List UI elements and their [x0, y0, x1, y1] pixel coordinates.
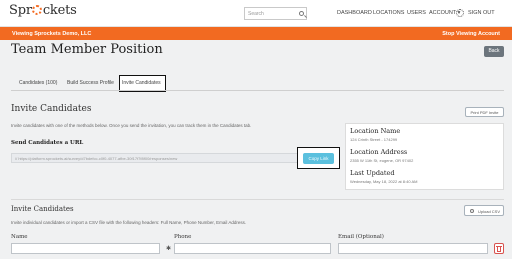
- invite-section-title: Invite Candidates: [11, 104, 92, 114]
- last-updated-value: Wednesday, May 18, 2022 at 8:40 AM: [350, 179, 418, 184]
- tab-candidates[interactable]: Candidates (100): [19, 80, 57, 86]
- location-address-value: 2355 W 11th St, eugene, OR 97402: [350, 158, 414, 163]
- logo-text-end: ckets: [42, 3, 77, 18]
- section-divider: [11, 199, 504, 200]
- required-marker: ✱: [166, 246, 172, 252]
- search-placeholder: Search: [248, 11, 264, 17]
- send-url-label: Send Candidates a URL: [11, 140, 84, 146]
- upload-icon: [470, 209, 474, 213]
- nav-sign-out[interactable]: SIGN OUT: [468, 10, 495, 16]
- location-info-panel: Location Name 124 Crinth Street - 174299…: [345, 123, 504, 190]
- nav-dashboard[interactable]: DASHBOARD: [337, 10, 372, 16]
- invite-description: Invite candidates with one of the method…: [11, 123, 252, 128]
- upload-csv-label: Upload CSV: [478, 209, 501, 214]
- gear-icon[interactable]: [456, 9, 464, 17]
- phone-input[interactable]: [174, 243, 331, 254]
- cog-icon: [32, 5, 43, 15]
- page-title: Team Member Position: [11, 42, 163, 57]
- name-column-label: Name: [11, 234, 28, 240]
- print-pdf-invite-button[interactable]: Print PDF Invite: [465, 107, 504, 117]
- stop-viewing-link[interactable]: Stop Viewing Account: [442, 31, 500, 37]
- email-input[interactable]: [338, 243, 488, 254]
- tab-build-success-profile[interactable]: Build Success Profile: [67, 80, 114, 86]
- viewing-account-text: Viewing Sprockets Demo, LLC: [12, 31, 92, 37]
- trash-icon: [497, 247, 501, 252]
- name-input[interactable]: [11, 243, 160, 254]
- survey-url-field[interactable]: // https://platform.sprockets.ai/survey/…: [11, 153, 340, 163]
- nav-locations[interactable]: LOCATIONS: [373, 10, 404, 16]
- phone-column-label: Phone: [174, 234, 192, 240]
- tabs-divider: [11, 90, 504, 91]
- viewing-account-banner: Viewing Sprockets Demo, LLC Stop Viewing…: [0, 27, 512, 40]
- individual-invite-description: Invite individual candidates or import a…: [11, 220, 247, 225]
- individual-invite-title: Invite Candidates: [11, 205, 74, 213]
- sprockets-logo[interactable]: Spr ckets: [9, 3, 77, 18]
- logo-text-start: Spr: [9, 3, 32, 18]
- delete-row-button[interactable]: [494, 243, 504, 254]
- nav-users[interactable]: USERS: [407, 10, 426, 16]
- top-navbar: Spr ckets Search DASHBOARD LOCATIONS USER…: [0, 0, 512, 27]
- email-column-label: Email (Optional): [338, 234, 384, 240]
- back-button[interactable]: Back: [484, 46, 504, 57]
- location-name-label: Location Name: [350, 127, 401, 135]
- tab-invite-candidates[interactable]: Invite Candidates: [122, 80, 161, 86]
- search-icon[interactable]: [299, 11, 304, 16]
- location-name-value: 124 Crinth Street - 174299: [350, 137, 398, 142]
- location-address-label: Location Address: [350, 148, 408, 156]
- upload-csv-button[interactable]: Upload CSV: [464, 205, 504, 216]
- last-updated-label: Last Updated: [350, 169, 395, 177]
- search-input[interactable]: Search: [244, 7, 307, 20]
- copy-link-button[interactable]: Copy Link: [303, 153, 334, 164]
